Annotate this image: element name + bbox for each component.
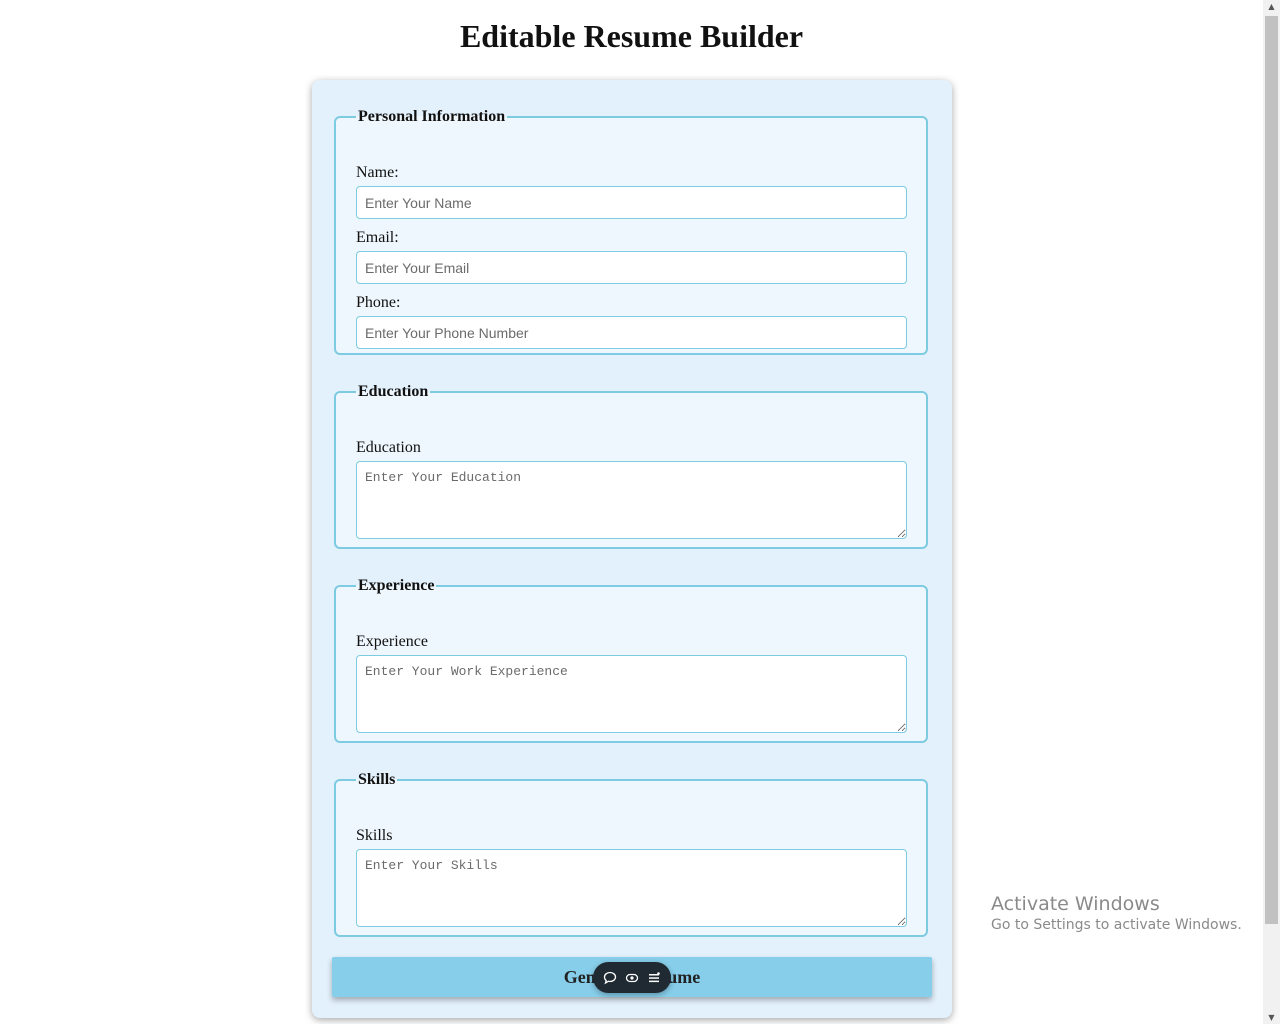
eye-icon[interactable] <box>624 970 640 986</box>
personal-info-legend: Personal Information <box>358 108 506 125</box>
personal-info-section: Personal Information Name: Email: Phone: <box>334 108 928 355</box>
chat-icon[interactable] <box>602 970 618 986</box>
education-legend: Education <box>358 383 429 400</box>
name-label: Name: <box>356 164 399 181</box>
activate-windows-subtitle: Go to Settings to activate Windows. <box>991 917 1242 933</box>
experience-label: Experience <box>356 633 428 650</box>
scroll-thumb[interactable] <box>1265 16 1278 924</box>
menu-icon[interactable] <box>646 970 662 986</box>
name-input[interactable] <box>356 186 907 219</box>
page-title: Editable Resume Builder <box>459 18 804 54</box>
email-input[interactable] <box>356 251 907 284</box>
education-label: Education <box>356 439 421 456</box>
skills-textarea[interactable] <box>356 849 907 927</box>
activate-windows-title: Activate Windows <box>991 893 1160 915</box>
floating-toolbar <box>593 962 671 993</box>
skills-section: Skills Skills <box>334 771 928 937</box>
experience-textarea[interactable] <box>356 655 907 733</box>
email-label: Email: <box>356 229 399 246</box>
activate-windows-watermark: Activate Windows Go to Settings to activ… <box>991 893 1242 933</box>
vertical-scrollbar[interactable]: ▲ ▼ <box>1263 0 1280 1024</box>
scroll-up-icon[interactable]: ▲ <box>1263 2 1280 11</box>
skills-label: Skills <box>356 827 393 844</box>
resume-form: Personal Information Name: Email: Phone:… <box>312 80 952 1018</box>
education-textarea[interactable] <box>356 461 907 539</box>
skills-legend: Skills <box>358 771 396 788</box>
experience-section: Experience Experience <box>334 577 928 743</box>
scroll-down-icon[interactable]: ▼ <box>1263 1013 1280 1022</box>
education-section: Education Education <box>334 383 928 549</box>
phone-input[interactable] <box>356 316 907 349</box>
phone-label: Phone: <box>356 294 401 311</box>
experience-legend: Experience <box>358 577 435 594</box>
